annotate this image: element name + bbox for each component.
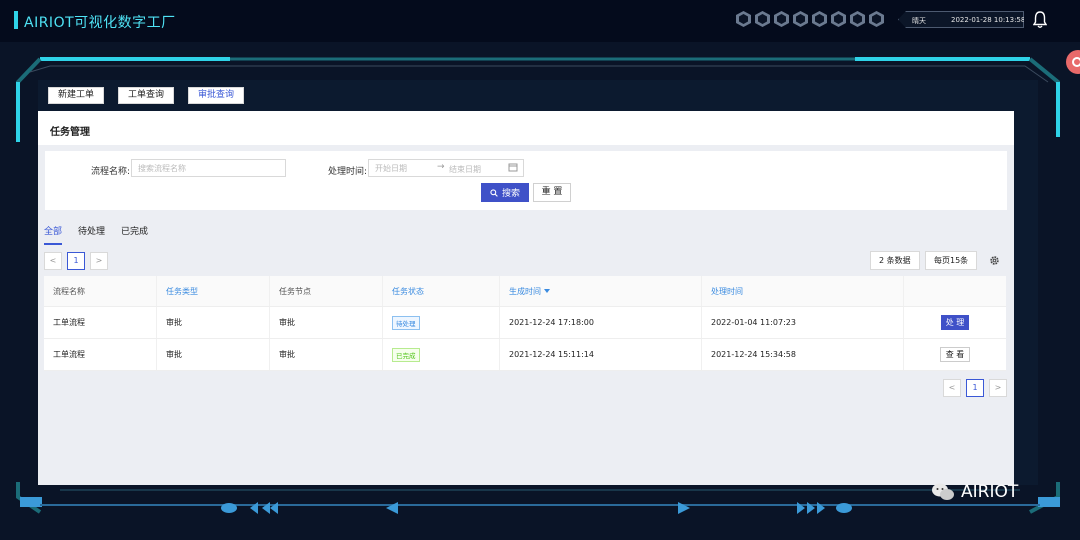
end-date-placeholder[interactable]: 结束日期 xyxy=(449,164,481,175)
tag-icon[interactable] xyxy=(850,11,865,27)
watermark-text: AIRIOT xyxy=(961,482,1019,502)
col-task-status[interactable]: 任务状态 xyxy=(383,276,500,306)
pager-next-button[interactable]: > xyxy=(90,252,108,270)
app-title: AIRIOT可视化数字工厂 xyxy=(24,15,176,31)
wechat-icon xyxy=(932,483,954,500)
weather-text: 晴天 xyxy=(912,17,926,25)
top-header: AIRIOT可视化数字工厂 晴天 2022-01-28 10:13:58 xyxy=(0,0,1080,42)
tab-all[interactable]: 全部 xyxy=(44,224,63,245)
record-count-button[interactable]: 2 条数据 xyxy=(870,251,920,270)
tab-pending[interactable]: 待处理 xyxy=(78,224,105,245)
sort-desc-icon[interactable] xyxy=(544,289,550,293)
bottom-pager-prev[interactable]: < xyxy=(943,379,961,397)
col-flow-name: 流程名称 xyxy=(44,276,157,306)
page-title: 任务管理 xyxy=(50,127,90,138)
task-management-area: 任务管理 流程名称: 搜索流程名称 处理时间: 开始日期 → 结束日期 搜索 重… xyxy=(38,111,1014,485)
view-button[interactable]: 查 看 xyxy=(939,347,971,362)
bottom-pager-page-1[interactable]: 1 xyxy=(966,379,984,397)
cell-task-status: 已完成 xyxy=(383,339,500,370)
gear-icon[interactable] xyxy=(989,255,1000,266)
table-row: 工单流程 审批 审批 已完成 2021-12-24 15:11:14 2021-… xyxy=(44,339,1006,371)
bell-icon[interactable] xyxy=(1033,11,1047,29)
header-icon-group xyxy=(736,11,884,27)
search-icon xyxy=(490,188,498,197)
flow-name-label: 流程名称: xyxy=(91,167,131,177)
cell-flow-name: 工单流程 xyxy=(44,307,157,338)
flow-name-input[interactable]: 搜索流程名称 xyxy=(131,159,286,177)
search-button[interactable]: 搜索 xyxy=(481,183,529,202)
calendar-icon xyxy=(508,163,518,172)
status-tabs: 全部 待处理 已完成 xyxy=(44,224,164,245)
col-task-type[interactable]: 任务类型 xyxy=(157,276,270,306)
cell-created-time: 2021-12-24 17:18:00 xyxy=(500,307,702,338)
process-time-label: 处理时间: xyxy=(328,167,368,177)
video-icon[interactable] xyxy=(869,11,884,27)
send-icon[interactable] xyxy=(831,11,846,27)
date-separator: → xyxy=(437,162,445,172)
date-range-picker[interactable]: 开始日期 xyxy=(368,159,524,177)
col-created-time-label: 生成时间 xyxy=(509,286,541,296)
pager-page-1[interactable]: 1 xyxy=(67,252,85,270)
approval-query-button[interactable]: 审批查询 xyxy=(188,87,245,104)
status-badge: 待处理 xyxy=(392,315,420,330)
col-handled-time[interactable]: 处理时间 xyxy=(702,276,904,306)
cell-handled-time: 2022-01-04 11:07:23 xyxy=(702,307,904,338)
status-badge: 已完成 xyxy=(392,347,420,362)
video-icon[interactable] xyxy=(774,11,789,27)
datetime-text: 2022-01-28 10:13:58 xyxy=(951,16,1026,24)
page-header: 任务管理 xyxy=(38,111,1014,145)
process-button[interactable]: 处 理 xyxy=(940,315,970,330)
table-header-row: 流程名称 任务类型 任务节点 任务状态 生成时间 处理时间 xyxy=(44,276,1006,307)
send-icon[interactable] xyxy=(736,11,751,27)
cell-task-status: 待处理 xyxy=(383,307,500,338)
page-size-select[interactable]: 每页15条 xyxy=(925,251,978,270)
cell-flow-name: 工单流程 xyxy=(44,339,157,370)
task-table: 流程名称 任务类型 任务节点 任务状态 生成时间 处理时间 工单流程 审批 审批… xyxy=(44,276,1006,371)
cell-task-type: 审批 xyxy=(157,307,270,338)
tag-icon[interactable] xyxy=(755,11,770,27)
col-task-node: 任务节点 xyxy=(270,276,383,306)
send-icon[interactable] xyxy=(793,11,808,27)
cell-task-node: 审批 xyxy=(270,339,383,370)
col-created-time[interactable]: 生成时间 xyxy=(500,276,702,306)
cell-action: 处 理 xyxy=(904,307,1006,338)
search-button-label: 搜索 xyxy=(501,189,520,199)
cell-created-time: 2021-12-24 15:11:14 xyxy=(500,339,702,370)
reset-button[interactable]: 重 置 xyxy=(533,183,571,202)
start-date-placeholder[interactable]: 开始日期 xyxy=(375,164,407,173)
cell-task-node: 审批 xyxy=(270,307,383,338)
table-row: 工单流程 审批 审批 待处理 2021-12-24 17:18:00 2022-… xyxy=(44,307,1006,339)
bottom-pager-next[interactable]: > xyxy=(989,379,1007,397)
pager-prev-button[interactable]: < xyxy=(44,252,62,270)
watermark: AIRIOT xyxy=(931,482,1018,502)
weather-datetime-box: 晴天 2022-01-28 10:13:58 xyxy=(898,11,1024,28)
cell-handled-time: 2021-12-24 15:34:58 xyxy=(702,339,904,370)
tab-completed[interactable]: 已完成 xyxy=(121,224,148,245)
top-button-group: 新建工单 工单查询 审批查询 xyxy=(48,87,245,104)
col-action xyxy=(904,276,1006,306)
new-order-button[interactable]: 新建工单 xyxy=(48,87,105,104)
tag-icon[interactable] xyxy=(812,11,827,27)
cell-task-type: 审批 xyxy=(157,339,270,370)
title-accent-bar xyxy=(14,11,18,29)
cell-action: 查 看 xyxy=(904,339,1006,370)
order-query-button[interactable]: 工单查询 xyxy=(118,87,175,104)
